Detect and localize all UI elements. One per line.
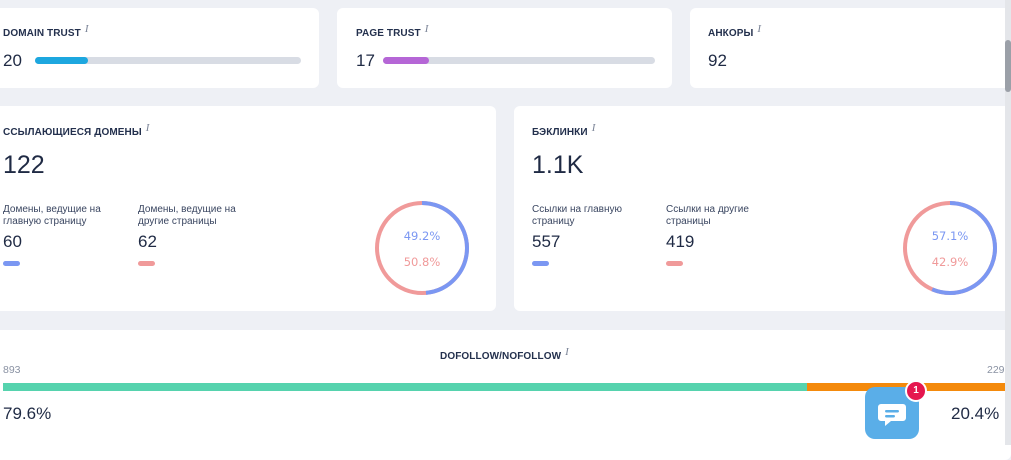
dofollow-bar	[3, 383, 1011, 391]
info-icon[interactable]: i	[85, 23, 89, 35]
info-icon[interactable]: i	[565, 346, 569, 358]
page-trust-bar-fill	[383, 57, 430, 64]
nofollow-count: 229	[987, 364, 1005, 376]
page-trust-label: PAGE TRUST i	[356, 23, 429, 39]
domain-trust-label: DOMAIN TRUST i	[3, 23, 89, 39]
info-icon[interactable]: i	[757, 23, 761, 35]
domain-trust-bar-fill	[35, 57, 89, 64]
backlinks-donut-home-pct: 57.1%	[932, 229, 969, 243]
ref-domains-label: ССЫЛАЮЩИЕСЯ ДОМЕНЫ i	[3, 122, 150, 138]
backlinks-card: БЭКЛИНКИ i 1.1K Ссылки на главную страницу…	[514, 106, 1011, 311]
dofollow-percent: 79.6%	[3, 404, 52, 423]
dofollow-card: DOFOLLOW/NOFOLLOW i 893 229 79.6% 20.4%	[0, 330, 1011, 460]
ref-domains-donut-other-pct: 50.8%	[404, 255, 441, 269]
domain-trust-bar	[35, 57, 301, 64]
ref-domains-donut: 49.2% 50.8%	[375, 201, 469, 295]
ref-domains-donut-home-pct: 49.2%	[404, 229, 441, 243]
backlinks-other-value: 419	[666, 232, 695, 251]
ref-domains-other-value: 62	[138, 232, 157, 251]
backlinks-label: БЭКЛИНКИ i	[532, 122, 596, 138]
info-icon[interactable]: i	[146, 122, 150, 134]
ref-domains-other-legend	[138, 261, 155, 266]
scrollbar-thumb[interactable]	[1005, 40, 1011, 92]
anchors-value: 92	[708, 51, 727, 70]
chat-notification-badge: 1	[905, 380, 927, 402]
anchors-card: АНКОРЫ i 92	[690, 8, 1011, 88]
nofollow-percent: 20.4%	[951, 404, 1000, 423]
backlinks-donut-other-pct: 42.9%	[932, 255, 969, 269]
backlinks-value: 1.1K	[532, 151, 584, 179]
ref-domains-home-legend	[3, 261, 20, 266]
backlinks-home-legend	[532, 261, 549, 266]
info-icon[interactable]: i	[592, 122, 596, 134]
backlinks-other-legend	[666, 261, 683, 266]
page-trust-card: PAGE TRUST i 17	[337, 8, 672, 88]
backlinks-home-value: 557	[532, 232, 561, 251]
backlinks-home-label: Ссылки на главную страницу	[532, 204, 623, 227]
anchors-label: АНКОРЫ i	[708, 23, 762, 39]
domain-trust-value: 20	[3, 51, 22, 70]
ref-domains-other-label: Домены, ведущие на другие страницы	[138, 204, 236, 227]
ref-domains-value: 122	[3, 151, 45, 179]
page-trust-value: 17	[356, 51, 375, 70]
ref-domains-card: ССЫЛАЮЩИЕСЯ ДОМЕНЫ i 122 Домены, ведущие …	[0, 106, 496, 311]
backlinks-other-label: Ссылки на другие страницы	[666, 204, 749, 227]
ref-domains-home-label: Домены, ведущие на главную страницу	[3, 204, 101, 227]
backlinks-donut: 57.1% 42.9%	[903, 201, 997, 295]
page-trust-bar	[383, 57, 655, 64]
dofollow-label: DOFOLLOW/NOFOLLOW i	[440, 346, 569, 362]
info-icon[interactable]: i	[425, 23, 429, 35]
dofollow-bar-segment	[3, 383, 807, 391]
ref-domains-home-value: 60	[3, 232, 22, 251]
dofollow-count: 893	[3, 364, 21, 376]
domain-trust-card: DOMAIN TRUST i 20	[0, 8, 319, 88]
